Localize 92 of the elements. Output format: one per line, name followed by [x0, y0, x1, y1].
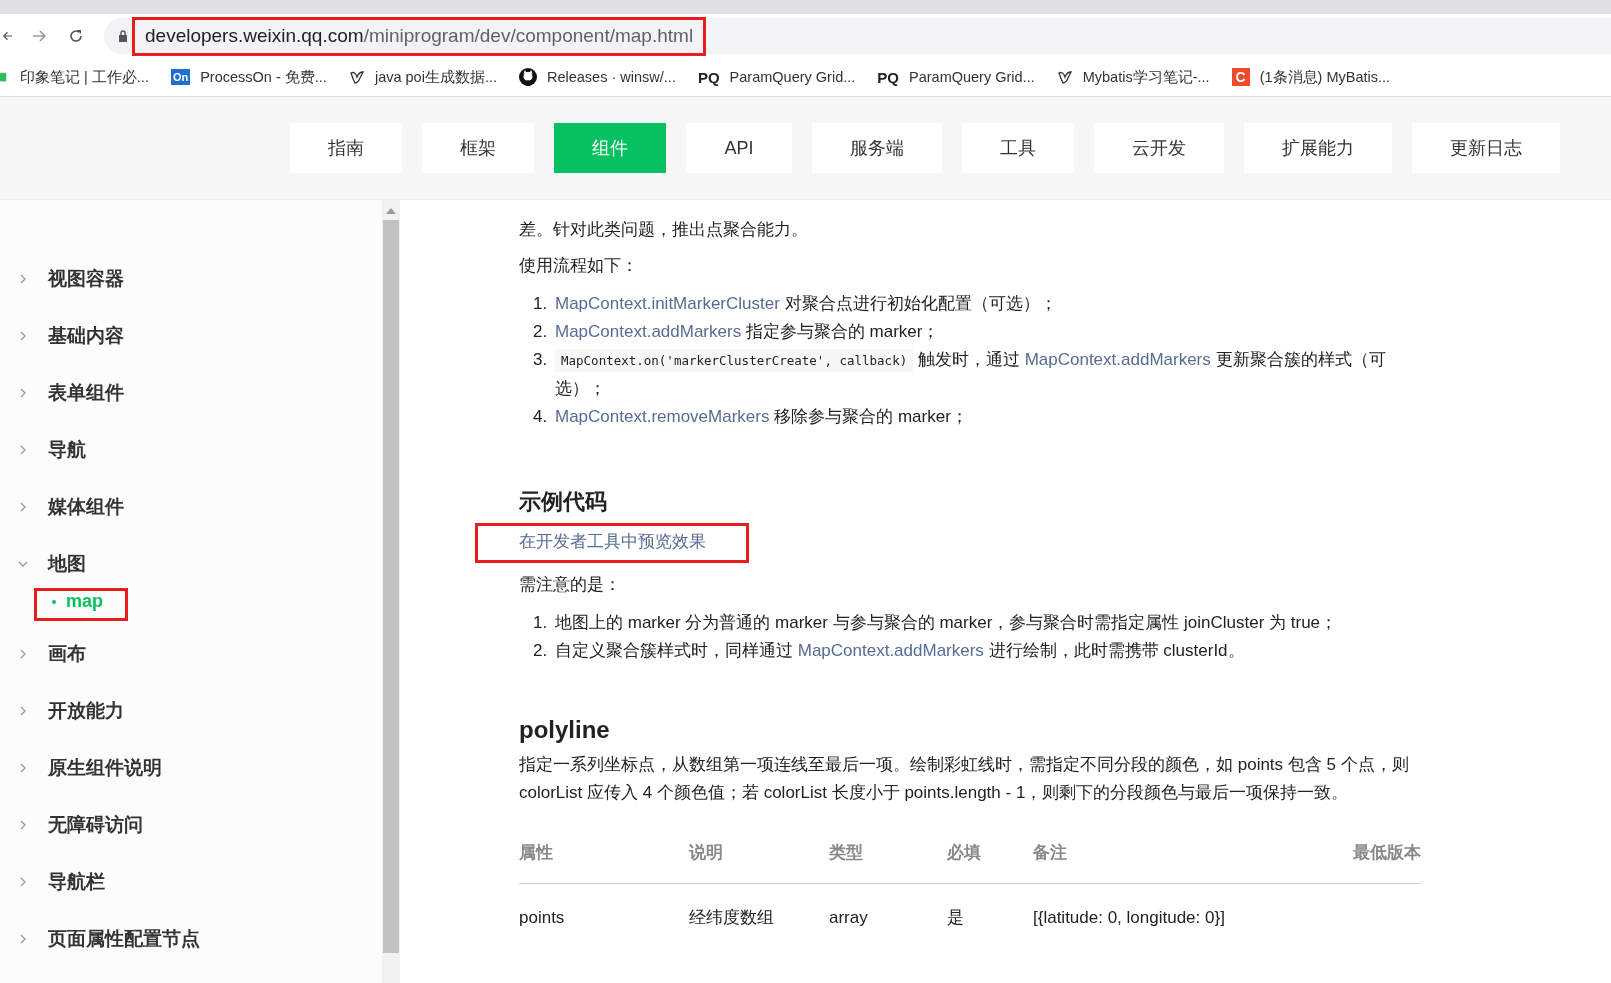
sidebar-label: 导航: [48, 437, 86, 462]
link[interactable]: MapContext.removeMarkers: [555, 407, 770, 426]
column-header: 最低版本: [1319, 823, 1421, 884]
bookmark-label: ParamQuery Grid...: [909, 69, 1035, 85]
list-item: 3. MapContext.on('markerClusterCreate', callback) 触发时，通过 MapContext.addMarkers 更新聚合簇的样式（可选）；: [533, 348, 1387, 400]
preview-link[interactable]: 在开发者工具中预览效果: [475, 523, 749, 563]
bookmark[interactable]: Releases · winsw/...: [519, 68, 676, 86]
sidebar-item[interactable]: 媒体组件: [0, 478, 382, 535]
sidebar-item[interactable]: 原生组件说明: [0, 739, 382, 796]
bookmark-label: java poi生成数据...: [374, 67, 497, 87]
link[interactable]: MapContext.initMarkerCluster: [555, 294, 780, 313]
address-bar[interactable]: developers.weixin.qq.com/miniprogram/dev/component/map.html: [104, 18, 1611, 54]
forward-icon[interactable]: [32, 28, 48, 44]
bookmark-label: ParamQuery Grid...: [729, 69, 856, 85]
paragraph: 需注意的是：: [519, 574, 622, 596]
sidebar-item[interactable]: 视图容器: [0, 250, 382, 307]
table-cell: [{latitude: 0, longitude: 0}]: [1033, 883, 1320, 952]
sidebar-label: 页面属性配置节点: [48, 926, 200, 951]
nav-tab[interactable]: 工具: [962, 123, 1074, 173]
sidebar-label: 基础内容: [48, 323, 124, 348]
bird-icon: [1056, 69, 1073, 85]
paragraph: 指定一系列坐标点，从数组第一项连线至最后一项。绘制彩虹线时，需指定不同分段的颜色，如 points 包含 5 个点，则 colorList 应传入 4 个颜色值；若 colorList 长度小于 points.length - 1，则剩下的分段颜色与最后一项保持一致。: [519, 754, 1410, 804]
sidebar-item[interactable]: 页面属性配置节点: [0, 910, 382, 967]
lock-icon: [118, 30, 128, 42]
nav-tab[interactable]: 指南: [290, 123, 402, 173]
github-icon: [519, 68, 537, 86]
bullet-icon: [52, 599, 56, 604]
bookmark[interactable]: PQ ParamQuery Grid...: [877, 68, 1035, 86]
list-item: 2. MapContext.addMarkers 指定参与聚合的 marker；: [533, 321, 941, 343]
sidebar-label: 原生组件说明: [48, 755, 162, 780]
paragraph: 差。针对此类问题，推出点聚合能力。: [519, 219, 809, 241]
nav-tab[interactable]: API: [686, 123, 792, 173]
bookmark[interactable]: Mybatis学习笔记-...: [1056, 67, 1210, 87]
column-header: 说明: [689, 823, 829, 884]
scroll-up-icon[interactable]: [386, 208, 396, 214]
sidebar-item[interactable]: 开放能力: [0, 682, 382, 739]
scrollbar-thumb[interactable]: [383, 220, 399, 953]
list-item: 2. 自定义聚合簇样式时，同样通过 MapContext.addMarkers 进行绘制，此时需携带 clusterId。: [533, 640, 1246, 662]
sidebar-item[interactable]: 表单组件: [0, 364, 382, 421]
column-header: 类型: [829, 823, 947, 884]
sidebar-label: 画布: [48, 641, 86, 666]
sidebar-item[interactable]: 导航栏: [0, 853, 382, 910]
nav-tab[interactable]: 更新日志: [1412, 123, 1560, 173]
sidebar-label: 视图容器: [48, 266, 124, 291]
sidebar-label: 表单组件: [48, 380, 124, 405]
list-item: 4. MapContext.removeMarkers 移除参与聚合的 marker；: [533, 406, 969, 428]
nav-tab[interactable]: 扩展能力: [1244, 123, 1392, 173]
bookmark[interactable]: java poi生成数据...: [348, 67, 497, 87]
column-header: 属性: [519, 823, 689, 884]
app-icon: On: [170, 69, 191, 85]
sidebar-item[interactable]: 导航: [0, 421, 382, 478]
bookmark-label: Releases · winsw/...: [547, 69, 676, 85]
bookmark[interactable]: C (1条消息) MyBatis...: [1231, 67, 1391, 87]
table-cell: points: [519, 883, 689, 952]
column-header: 必填: [947, 823, 1033, 884]
sidebar-label: map: [66, 591, 103, 612]
nav-tab[interactable]: 云开发: [1094, 123, 1224, 173]
app-icon: PQ: [877, 68, 899, 86]
link[interactable]: MapContext.addMarkers: [555, 322, 742, 341]
link[interactable]: MapContext.addMarkers: [797, 641, 984, 660]
paragraph: 使用流程如下：: [519, 255, 639, 277]
bird-icon: [348, 69, 365, 85]
scrollbar[interactable]: [382, 200, 400, 983]
sidebar-label: 导航栏: [48, 869, 105, 894]
bookmark[interactable]: On ProcessOn - 免费...: [170, 67, 327, 87]
sidebar-item[interactable]: 画布: [0, 625, 382, 682]
sidebar-label: 开放能力: [48, 698, 124, 723]
section-heading: polyline: [519, 715, 611, 745]
list-item: 1. 地图上的 marker 分为普通的 marker 与参与聚合的 marker，参与聚合时需指定属性 joinCluster 为 true；: [533, 612, 1339, 634]
url-text: developers.weixin.qq.com/miniprogram/dev/component/map.html: [132, 16, 707, 56]
table-cell: array: [829, 883, 947, 952]
nav-tab[interactable]: 服务端: [812, 123, 942, 173]
app-icon: C: [1231, 68, 1250, 86]
link[interactable]: MapContext.addMarkers: [1024, 350, 1211, 369]
list-item: 1. MapContext.initMarkerCluster 对聚合点进行初始化配置（可选）；: [533, 293, 1058, 315]
bookmark[interactable]: PQ ParamQuery Grid...: [697, 68, 856, 86]
sidebar-label: 媒体组件: [48, 494, 124, 519]
bookmark-label: (1条消息) MyBatis...: [1259, 67, 1391, 87]
app-icon: PQ: [697, 68, 720, 86]
sidebar-item[interactable]: 基础内容: [0, 307, 382, 364]
table-cell: 经纬度数组: [689, 883, 829, 952]
column-header: 备注: [1033, 823, 1320, 884]
section-heading: 示例代码: [519, 488, 608, 516]
sidebar-item[interactable]: 无障碍访问: [0, 796, 382, 853]
inline-code: MapContext.on('markerClusterCreate', callback): [555, 349, 914, 372]
bookmark-label: ProcessOn - 免费...: [200, 67, 327, 87]
reload-icon[interactable]: [68, 28, 84, 44]
nav-tab[interactable]: 框架: [422, 123, 534, 173]
bookmark-label: Mybatis学习笔记-...: [1082, 67, 1210, 87]
sidebar-label: 地图: [48, 551, 86, 576]
table-cell: 是: [947, 883, 1033, 952]
sidebar-label: 无障碍访问: [48, 812, 143, 837]
